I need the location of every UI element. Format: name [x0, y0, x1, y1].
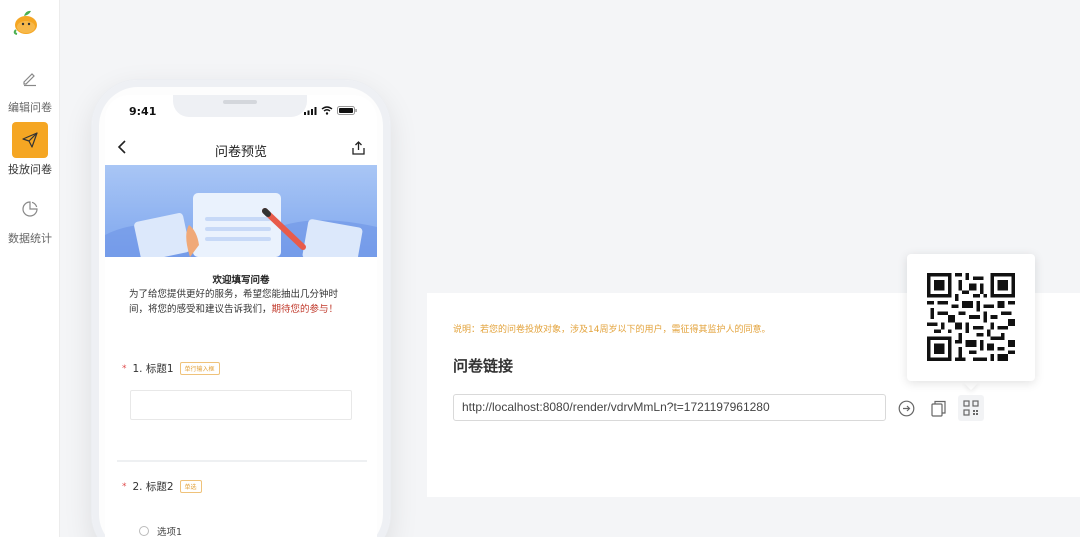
phone-screen: 9:41 问卷预览 欢迎填写问卷 为了给您提供更好的服务，希望您能抽出几分钟时间… [105, 95, 377, 537]
status-time: 9:41 [129, 105, 157, 118]
sidebar-item-edit[interactable]: 编辑问卷 [0, 60, 60, 115]
link-section-title: 问卷链接 [453, 357, 514, 375]
pie-chart-icon [12, 191, 48, 227]
welcome-heading: 欢迎填写问卷 [212, 275, 270, 286]
preview-nav-bar: 问卷预览 [105, 135, 377, 163]
question-1-input[interactable] [130, 390, 352, 420]
qr-code-button[interactable] [958, 395, 984, 421]
question-type-tag: 单选 [179, 480, 202, 493]
intro-highlight: 期待您的参与！ [271, 304, 339, 315]
question-1-title: * 1. 标题1 单行输入框 [122, 361, 220, 376]
notice-text: 说明：若您的问卷投放对象，涉及14周岁以下的用户，需征得其监护人的同意。 [453, 325, 771, 335]
option-item[interactable]: 选项1 [139, 524, 182, 537]
qr-code-icon [963, 400, 979, 416]
question-type-tag: 单行输入框 [179, 362, 220, 375]
open-link-button[interactable] [893, 395, 919, 421]
question-title-text: 1. 标题1 [132, 363, 174, 375]
sidebar: 编辑问卷 投放问卷 数据统计 [0, 0, 60, 537]
survey-url-field[interactable]: http://localhost:8080/render/vdrvMmLn?t=… [453, 394, 886, 421]
signal-icon [304, 106, 317, 115]
phone-notch [173, 95, 307, 117]
app-logo-icon[interactable] [10, 6, 42, 38]
preview-title: 问卷预览 [214, 145, 267, 160]
share-icon[interactable] [352, 140, 365, 159]
battery-icon [337, 106, 357, 115]
send-icon [12, 122, 48, 158]
edit-icon [12, 60, 48, 96]
question-2-title: * 2. 标题2 单选 [122, 479, 202, 494]
sidebar-item-label: 编辑问卷 [8, 101, 52, 114]
question-title-text: 2. 标题2 [132, 481, 174, 493]
question-divider [117, 460, 367, 462]
radio-icon[interactable] [139, 526, 149, 536]
intro-text: 为了给您提供更好的服务，希望您能抽出几分钟时间，将您的感受和建议告诉我们，期待您… [129, 287, 355, 317]
required-mark: * [122, 481, 127, 492]
qr-code-popup [907, 254, 1035, 381]
sidebar-item-label: 投放问卷 [8, 163, 52, 176]
sidebar-item-stats[interactable]: 数据统计 [0, 191, 60, 246]
arrow-right-circle-icon [898, 400, 914, 416]
status-icons [304, 106, 357, 115]
wifi-icon [321, 106, 333, 115]
sidebar-item-label: 数据统计 [8, 232, 52, 245]
option-label: 选项1 [157, 527, 183, 537]
copy-icon [930, 400, 946, 417]
survey-banner-image [105, 165, 377, 267]
required-mark: * [122, 363, 127, 374]
qr-code-image [927, 273, 1015, 361]
copy-link-button[interactable] [925, 395, 951, 421]
sidebar-item-publish[interactable]: 投放问卷 [0, 122, 60, 177]
